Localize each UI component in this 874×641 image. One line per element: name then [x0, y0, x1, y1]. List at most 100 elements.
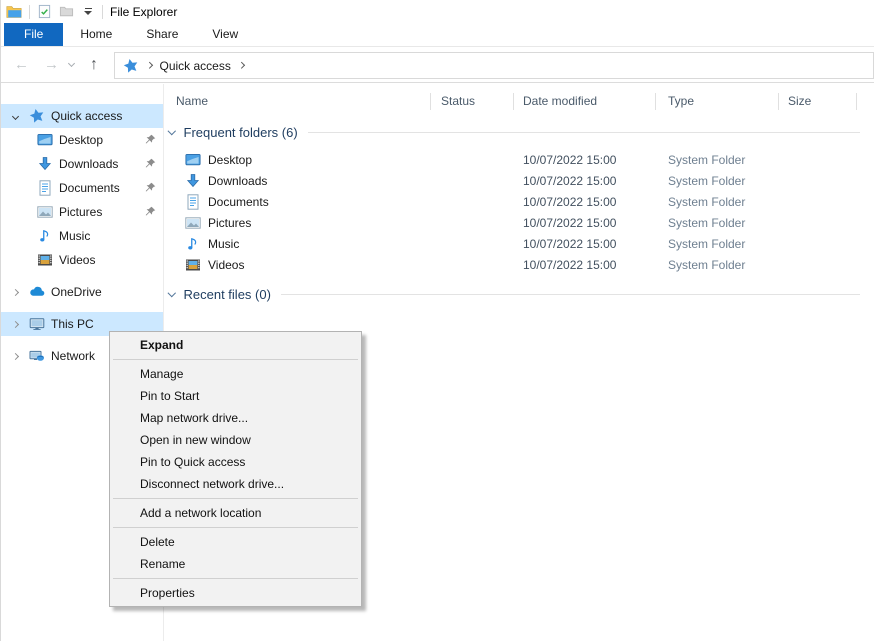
list-item-desktop[interactable]: Desktop 10/07/2022 15:00 System Folder	[164, 149, 874, 170]
group-label[interactable]: Frequent folders (6)	[184, 125, 298, 140]
list-item-documents[interactable]: Documents 10/07/2022 15:00 System Folder	[164, 191, 874, 212]
item-name: Desktop	[208, 153, 252, 167]
sidebar-item-desktop[interactable]: Desktop	[1, 128, 163, 152]
item-size	[779, 212, 857, 233]
menu-item-expand[interactable]: Expand	[110, 334, 361, 356]
menu-item-open-in-new-window[interactable]: Open in new window	[110, 429, 361, 451]
item-status	[431, 149, 514, 170]
menu-item-rename[interactable]: Rename	[110, 553, 361, 575]
chevron-right-icon[interactable]	[10, 290, 20, 295]
menu-item-delete[interactable]: Delete	[110, 531, 361, 553]
sidebar-item-documents[interactable]: Documents	[1, 176, 163, 200]
quick-access-icon	[29, 108, 45, 124]
group-label[interactable]: Recent files (0)	[184, 287, 271, 302]
menu-item-disconnect-network-drive[interactable]: Disconnect network drive...	[110, 473, 361, 495]
tab-home[interactable]: Home	[63, 23, 129, 46]
titlebar-separator	[29, 5, 30, 19]
breadcrumb[interactable]: Quick access	[114, 52, 874, 79]
qat-new-folder-icon[interactable]	[59, 4, 74, 19]
sidebar-item-downloads[interactable]: Downloads	[1, 152, 163, 176]
item-date-modified: 10/07/2022 15:00	[514, 254, 656, 275]
videos-icon	[185, 257, 201, 273]
menu-item-pin-to-start[interactable]: Pin to Start	[110, 385, 361, 407]
sidebar-item-pictures[interactable]: Pictures	[1, 200, 163, 224]
sidebar-item-onedrive[interactable]: OneDrive	[1, 280, 163, 304]
recent-locations-icon[interactable]	[68, 59, 75, 66]
breadcrumb-location[interactable]: Quick access	[160, 59, 231, 73]
menu-item-pin-to-quick-access[interactable]: Pin to Quick access	[110, 451, 361, 473]
sidebar-item-label: Downloads	[59, 157, 118, 171]
column-header-size[interactable]: Size	[779, 88, 857, 115]
file-explorer-window: File Explorer File Home Share View ← → ↑…	[0, 0, 874, 641]
back-icon[interactable]: ←	[14, 57, 29, 72]
breadcrumb-chevron-icon[interactable]	[238, 62, 244, 68]
item-type: System Folder	[656, 149, 779, 170]
qat-customize-icon[interactable]	[81, 6, 95, 17]
sidebar-item-videos[interactable]: Videos	[1, 248, 163, 272]
column-header-status[interactable]: Status	[431, 88, 514, 115]
chevron-down-icon[interactable]	[10, 114, 20, 119]
tab-share[interactable]: Share	[129, 23, 195, 46]
item-date-modified: 10/07/2022 15:00	[514, 170, 656, 191]
pictures-icon	[37, 204, 53, 220]
chevron-down-icon[interactable]	[168, 289, 176, 297]
menu-item-add-a-network-location[interactable]: Add a network location	[110, 502, 361, 524]
tab-view[interactable]: View	[195, 23, 255, 46]
sidebar-item-quick-access[interactable]: Quick access	[1, 104, 163, 128]
list-item-pictures[interactable]: Pictures 10/07/2022 15:00 System Folder	[164, 212, 874, 233]
item-name: Music	[208, 237, 239, 251]
column-header-date-modified[interactable]: Date modified	[514, 88, 656, 115]
menu-item-map-network-drive[interactable]: Map network drive...	[110, 407, 361, 429]
item-status	[431, 233, 514, 254]
list-item-videos[interactable]: Videos 10/07/2022 15:00 System Folder	[164, 254, 874, 275]
group-rule	[281, 294, 860, 295]
frequent-folders-list: Desktop 10/07/2022 15:00 System Folder D…	[164, 149, 874, 275]
sidebar-item-label: Videos	[59, 253, 95, 267]
tab-file[interactable]: File	[4, 23, 63, 46]
chevron-down-icon[interactable]	[168, 127, 176, 135]
group-header-frequent-folders[interactable]: Frequent folders (6)	[169, 122, 860, 142]
sidebar-item-label: Documents	[59, 181, 120, 195]
breadcrumb-chevron-icon[interactable]	[146, 62, 152, 68]
sidebar-item-label: Music	[59, 229, 90, 243]
item-type: System Folder	[656, 233, 779, 254]
menu-item-properties[interactable]: Properties	[110, 582, 361, 604]
column-header-name[interactable]: Name	[164, 88, 431, 115]
chevron-right-icon[interactable]	[10, 354, 20, 359]
context-menu: Expand Manage Pin to Start Map network d…	[109, 331, 362, 607]
item-type: System Folder	[656, 191, 779, 212]
menu-separator	[113, 498, 358, 499]
menu-separator	[113, 359, 358, 360]
column-header-type[interactable]: Type	[656, 88, 779, 115]
item-size	[779, 254, 857, 275]
qat-properties-icon[interactable]	[37, 4, 52, 19]
group-header-recent-files[interactable]: Recent files (0)	[169, 284, 860, 304]
up-icon[interactable]: ↑	[90, 57, 98, 73]
chevron-right-icon[interactable]	[10, 322, 20, 327]
ribbon-tabs: File Home Share View	[1, 23, 874, 47]
item-size	[779, 191, 857, 212]
sidebar-item-music[interactable]: Music	[1, 224, 163, 248]
item-name: Pictures	[208, 216, 251, 230]
list-item-music[interactable]: Music 10/07/2022 15:00 System Folder	[164, 233, 874, 254]
music-icon	[37, 228, 53, 244]
downloads-icon	[37, 156, 53, 172]
list-item-downloads[interactable]: Downloads 10/07/2022 15:00 System Folder	[164, 170, 874, 191]
menu-item-manage[interactable]: Manage	[110, 363, 361, 385]
menu-separator	[113, 578, 358, 579]
column-headers: Name Status Date modified Type Size	[164, 88, 874, 115]
network-icon	[29, 348, 45, 364]
forward-icon[interactable]: →	[44, 57, 59, 72]
downloads-icon	[185, 173, 201, 189]
item-name: Documents	[208, 195, 269, 209]
desktop-icon	[37, 132, 53, 148]
item-date-modified: 10/07/2022 15:00	[514, 191, 656, 212]
item-type: System Folder	[656, 212, 779, 233]
item-date-modified: 10/07/2022 15:00	[514, 233, 656, 254]
sidebar-item-label: Pictures	[59, 205, 102, 219]
quick-access-icon[interactable]	[123, 58, 139, 74]
address-bar: ← → ↑ Quick access	[1, 47, 874, 83]
pin-icon	[145, 134, 156, 145]
tree-gap	[1, 272, 163, 280]
titlebar-separator	[102, 5, 103, 19]
